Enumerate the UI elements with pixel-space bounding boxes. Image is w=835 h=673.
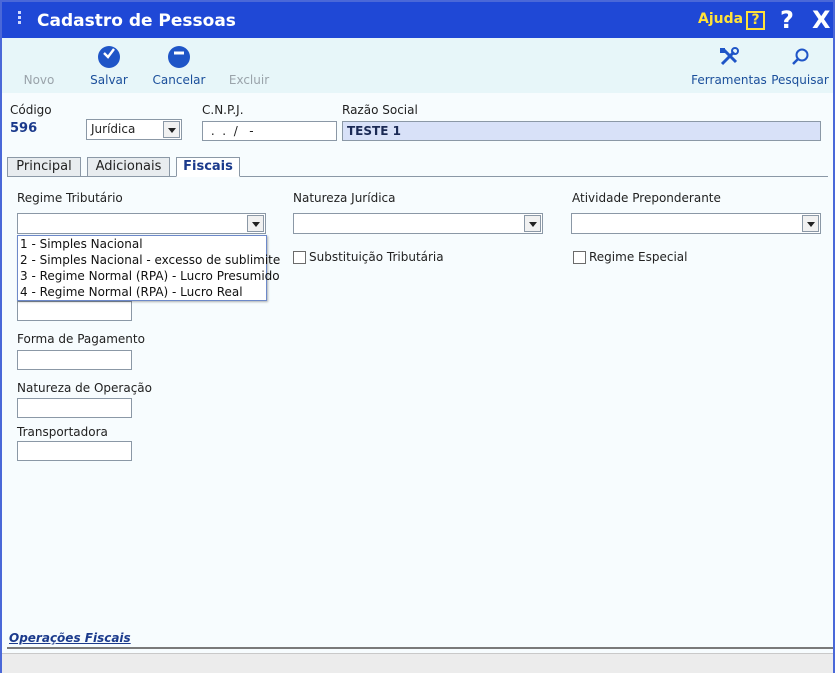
substituicao-tributaria-checkbox[interactable] bbox=[293, 251, 306, 264]
pesquisar-label: Pesquisar bbox=[771, 73, 829, 87]
novo-blank-icon bbox=[28, 46, 50, 68]
help-link[interactable]: Ajuda bbox=[698, 11, 743, 27]
excluir-button[interactable]: Excluir bbox=[226, 46, 272, 87]
natureza-juridica-label: Natureza Jurídica bbox=[293, 191, 396, 205]
regime-option[interactable]: 4 - Regime Normal (RPA) - Lucro Real bbox=[18, 284, 266, 300]
forma-pagamento-input[interactable] bbox=[17, 350, 132, 370]
excluir-label: Excluir bbox=[228, 73, 270, 87]
pesquisar-button[interactable]: Pesquisar bbox=[770, 46, 830, 87]
check-icon bbox=[98, 46, 120, 68]
transportadora-input[interactable] bbox=[17, 441, 132, 461]
forma-pagamento-label: Forma de Pagamento bbox=[17, 332, 145, 346]
natureza-juridica-select[interactable] bbox=[293, 213, 543, 234]
atividade-preponderante-select[interactable] bbox=[571, 213, 821, 234]
regime-tributario-label: Regime Tributário bbox=[17, 191, 123, 205]
bottom-divider bbox=[7, 647, 833, 649]
ferramentas-button[interactable]: Ferramentas bbox=[690, 46, 768, 87]
status-bar bbox=[2, 653, 833, 673]
regime-option[interactable]: 3 - Regime Normal (RPA) - Lucro Presumid… bbox=[18, 268, 280, 284]
title-bar[interactable]: Cadastro de Pessoas Ajuda ? ? X bbox=[2, 2, 833, 38]
substituicao-tributaria-label: Substituição Tributária bbox=[309, 250, 444, 264]
cadastro-window: Cadastro de Pessoas Ajuda ? ? X Novo Sal… bbox=[0, 0, 835, 673]
tipo-pessoa-value: Jurídica bbox=[91, 122, 136, 136]
codigo-value: 596 bbox=[10, 121, 38, 136]
regime-tributario-select[interactable] bbox=[17, 213, 266, 234]
close-icon[interactable]: X bbox=[812, 6, 831, 34]
salvar-button[interactable]: Salvar bbox=[86, 46, 132, 87]
tab-fiscais[interactable]: Fiscais bbox=[176, 157, 240, 177]
cancelar-label: Cancelar bbox=[152, 73, 206, 87]
chevron-down-icon[interactable] bbox=[802, 215, 819, 232]
chevron-down-icon[interactable] bbox=[163, 121, 180, 138]
chevron-down-icon[interactable] bbox=[247, 215, 264, 232]
novo-label: Novo bbox=[23, 73, 55, 87]
tab-divider bbox=[7, 176, 828, 177]
salvar-label: Salvar bbox=[90, 73, 128, 87]
question-icon[interactable]: ? bbox=[780, 6, 794, 34]
tipo-pessoa-select[interactable]: Jurídica bbox=[86, 119, 182, 140]
transportadora-label: Transportadora bbox=[17, 425, 108, 439]
toolbar: Novo Salvar Cancelar Excluir Ferramentas… bbox=[2, 38, 833, 93]
regime-option[interactable]: 2 - Simples Nacional - excesso de sublim… bbox=[18, 252, 280, 268]
regime-tributario-dropdown: 1 - Simples Nacional 2 - Simples Naciona… bbox=[17, 235, 280, 301]
razao-social-label: Razão Social bbox=[342, 103, 418, 117]
cnpj-input[interactable]: . . / - bbox=[202, 121, 337, 141]
ferramentas-label: Ferramentas bbox=[691, 73, 767, 87]
atividade-preponderante-label: Atividade Preponderante bbox=[572, 191, 721, 205]
regime-especial-label: Regime Especial bbox=[589, 250, 688, 264]
tab-adicionais[interactable]: Adicionais bbox=[87, 157, 170, 177]
tools-icon bbox=[718, 46, 740, 68]
regime-especial-checkbox[interactable] bbox=[573, 251, 586, 264]
cnpj-label: C.N.P.J. bbox=[202, 103, 244, 117]
operacoes-fiscais-link[interactable]: Operações Fiscais bbox=[9, 631, 131, 645]
drag-grip-icon[interactable] bbox=[16, 11, 24, 29]
search-icon bbox=[789, 46, 811, 68]
regime-option[interactable]: 1 - Simples Nacional bbox=[18, 236, 266, 252]
natureza-operacao-label: Natureza de Operação bbox=[17, 381, 152, 395]
tab-principal[interactable]: Principal bbox=[7, 157, 81, 177]
natureza-operacao-input[interactable] bbox=[17, 398, 132, 418]
minus-icon bbox=[168, 46, 190, 68]
help-question-icon[interactable]: ? bbox=[746, 11, 765, 30]
razao-social-input[interactable]: TESTE 1 bbox=[342, 121, 821, 141]
window-title: Cadastro de Pessoas bbox=[37, 11, 236, 31]
excluir-blank-icon bbox=[238, 46, 260, 68]
chevron-down-icon[interactable] bbox=[524, 215, 541, 232]
codigo-label: Código bbox=[10, 103, 52, 117]
novo-button[interactable]: Novo bbox=[18, 46, 60, 87]
hidden-field-input[interactable] bbox=[17, 301, 132, 321]
cancelar-button[interactable]: Cancelar bbox=[150, 46, 208, 87]
